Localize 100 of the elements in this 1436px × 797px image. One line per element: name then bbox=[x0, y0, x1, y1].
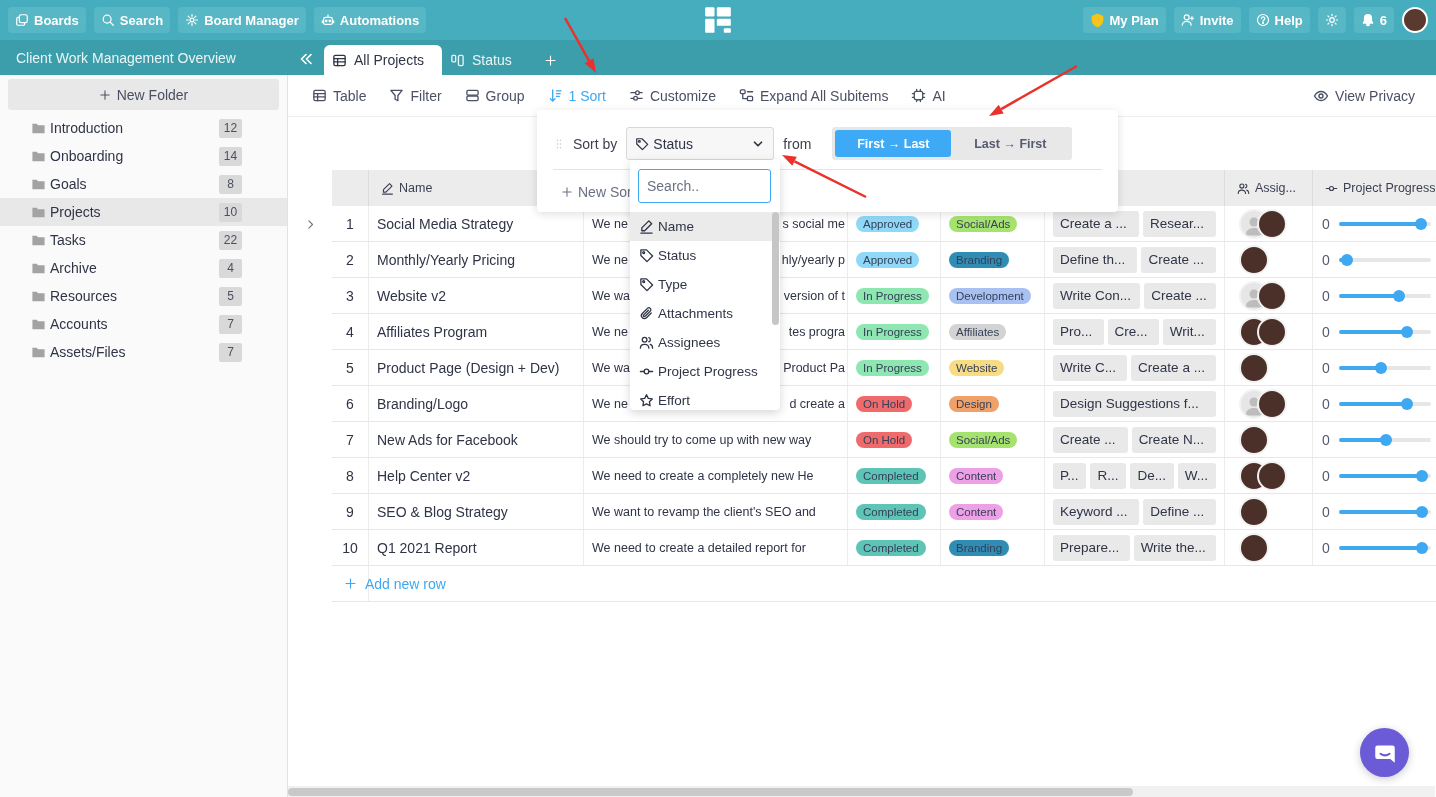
description-text: We ne bbox=[592, 216, 628, 231]
direction-option[interactable]: Last → First bbox=[951, 130, 1070, 157]
sliders-icon bbox=[628, 88, 644, 103]
slider-thumb[interactable] bbox=[1379, 433, 1392, 446]
subitem-chip[interactable]: Write the... bbox=[1133, 534, 1216, 561]
chat-button[interactable] bbox=[1360, 728, 1409, 777]
toolbar-button[interactable]: AI bbox=[911, 87, 946, 104]
subitem-chip[interactable]: Write C... bbox=[1053, 354, 1128, 381]
folder-item[interactable]: Projects 10 bbox=[0, 198, 287, 226]
slider-thumb[interactable] bbox=[1415, 217, 1427, 230]
table-icon bbox=[312, 88, 327, 103]
field-option[interactable]: Name bbox=[630, 212, 780, 241]
column-label: Assig... bbox=[1255, 181, 1296, 195]
boards-icon bbox=[15, 13, 29, 27]
add-tab-button[interactable] bbox=[543, 54, 557, 67]
subitem-chip[interactable]: Writ... bbox=[1162, 318, 1216, 345]
slider-thumb[interactable] bbox=[1392, 289, 1405, 302]
row-number: 4 bbox=[332, 314, 369, 350]
subitem-chip[interactable]: Create a ... bbox=[1131, 354, 1216, 381]
status-badge: In Progress bbox=[856, 359, 929, 376]
tag-icon bbox=[639, 248, 654, 263]
column-label: Name bbox=[399, 181, 433, 195]
status-badge: In Progress bbox=[856, 323, 929, 340]
subitem-chip[interactable]: Resear... bbox=[1142, 210, 1216, 237]
count-badge: 5 bbox=[219, 286, 242, 306]
subitem-chip[interactable]: Keyword ... bbox=[1053, 498, 1140, 525]
field-option[interactable]: Type bbox=[630, 270, 780, 299]
field-option[interactable]: Effort bbox=[630, 386, 780, 410]
status-badge: On Hold bbox=[856, 395, 913, 412]
field-option[interactable]: Assignees bbox=[630, 328, 780, 357]
count-badge: 4 bbox=[219, 258, 242, 278]
type-badge: Design bbox=[949, 395, 999, 412]
view-tab[interactable]: All Projects bbox=[324, 45, 443, 75]
theme-button[interactable] bbox=[1317, 7, 1346, 33]
subitem-chip[interactable]: De... bbox=[1130, 462, 1174, 489]
toolbar-button[interactable]: Table bbox=[312, 87, 367, 104]
app-logo[interactable] bbox=[704, 6, 732, 34]
subitem-chip[interactable]: Define ... bbox=[1143, 498, 1216, 525]
slider-thumb[interactable] bbox=[1401, 325, 1414, 338]
subitem-chip[interactable]: Create ... bbox=[1053, 426, 1128, 453]
slider-thumb[interactable] bbox=[1415, 541, 1428, 554]
subitem-chip[interactable]: W... bbox=[1177, 462, 1216, 489]
people-icon bbox=[1237, 181, 1250, 195]
toolbar-button[interactable]: Group bbox=[464, 87, 525, 104]
type-badge: Branding bbox=[949, 251, 1010, 268]
folder-item[interactable]: Accounts 7 bbox=[0, 310, 287, 338]
user-avatar[interactable] bbox=[1402, 7, 1428, 33]
subitem-chip[interactable]: P... bbox=[1053, 462, 1087, 489]
folder-item[interactable]: Tasks 22 bbox=[0, 226, 287, 254]
folder-item[interactable]: Archive 4 bbox=[0, 254, 287, 282]
subitem-chip[interactable]: Cre... bbox=[1107, 318, 1159, 345]
field-option[interactable]: Status bbox=[630, 241, 780, 270]
name-cell: Q1 2021 Report bbox=[369, 530, 584, 566]
folder-item[interactable]: Goals 8 bbox=[0, 170, 287, 198]
folder-item[interactable]: Resources 5 bbox=[0, 282, 287, 310]
subitem-chip[interactable]: Create a ... bbox=[1053, 210, 1139, 237]
tree-icon bbox=[739, 88, 754, 103]
subitem-chip[interactable]: Create ... bbox=[1144, 282, 1216, 309]
slider-thumb[interactable] bbox=[1401, 397, 1414, 410]
field-option[interactable]: Project Progress bbox=[630, 357, 780, 386]
count-badge: 8 bbox=[219, 174, 242, 194]
subitem-chip[interactable]: Define th... bbox=[1053, 246, 1138, 273]
subitem-chip[interactable]: Design Suggestions f... bbox=[1053, 390, 1216, 417]
sort-icon bbox=[547, 88, 563, 103]
description-text: version of t bbox=[783, 288, 845, 303]
slider-thumb[interactable] bbox=[1341, 253, 1354, 266]
person-plus-icon bbox=[1180, 13, 1195, 27]
name-cell: Branding/Logo bbox=[369, 386, 584, 422]
toolbar-button[interactable]: Expand All Subitems bbox=[739, 87, 889, 104]
status-badge: On Hold bbox=[856, 431, 913, 448]
slider-thumb[interactable] bbox=[1415, 469, 1428, 482]
subitem-chip[interactable]: Prepare... bbox=[1053, 534, 1130, 561]
folder-item[interactable]: Introduction 12 bbox=[0, 114, 287, 142]
star-icon bbox=[639, 393, 654, 408]
new-folder-button[interactable]: New Folder bbox=[8, 79, 279, 110]
progress-reading: 0 bbox=[1322, 467, 1331, 484]
description-text: Product Pa bbox=[783, 360, 845, 375]
row-number: 2 bbox=[332, 242, 369, 278]
progress-reading: 0 bbox=[1322, 431, 1331, 448]
slider-thumb[interactable] bbox=[1415, 505, 1428, 518]
slider-thumb[interactable] bbox=[1375, 361, 1387, 374]
subitem-chip[interactable]: Pro... bbox=[1053, 318, 1104, 345]
subitem-chip[interactable]: Create N... bbox=[1131, 426, 1216, 453]
view-privacy-button[interactable]: View Privacy bbox=[1313, 87, 1415, 104]
field-option[interactable]: Attachments bbox=[630, 299, 780, 328]
row-number: 8 bbox=[332, 458, 369, 494]
toolbar-button[interactable]: Filter bbox=[389, 87, 442, 104]
folder-item[interactable]: Onboarding 14 bbox=[0, 142, 287, 170]
tag-icon bbox=[635, 136, 650, 151]
toolbar-button[interactable]: Customize bbox=[628, 87, 716, 104]
description-text: We ne bbox=[592, 396, 628, 411]
subitem-chip[interactable]: Create ... bbox=[1141, 246, 1216, 273]
new-sort-button[interactable]: New Sor bbox=[561, 184, 632, 200]
subitem-chip[interactable]: Write Con... bbox=[1053, 282, 1141, 309]
search-field[interactable]: Search.. bbox=[638, 169, 771, 203]
from-label: from bbox=[783, 135, 812, 152]
subitem-chip[interactable]: R... bbox=[1090, 462, 1127, 489]
folder-item[interactable]: Assets/Files 7 bbox=[0, 338, 287, 366]
collapse-sidebar-button[interactable] bbox=[298, 51, 314, 67]
sort-field-select[interactable]: Status bbox=[626, 127, 775, 160]
